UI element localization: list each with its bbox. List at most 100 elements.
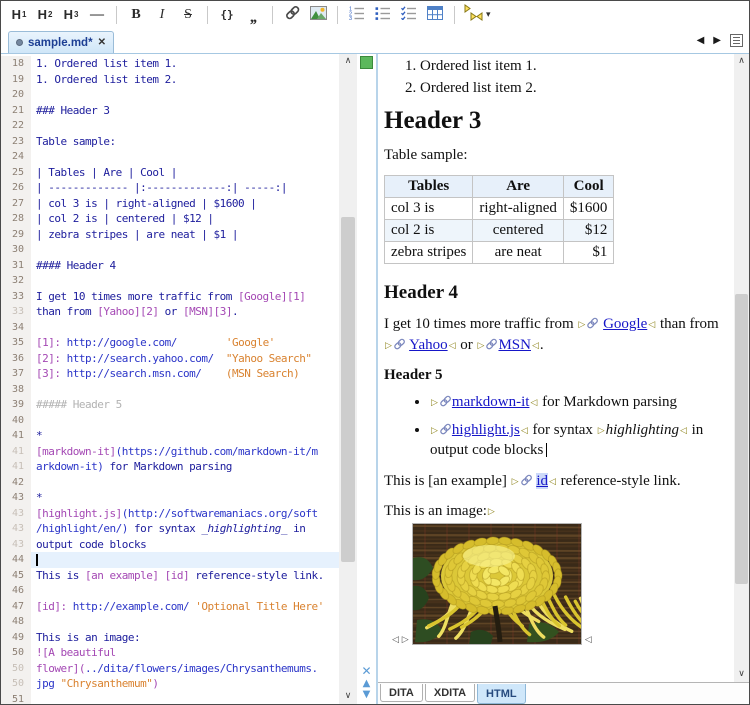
editor-vertical-scrollbar[interactable]: ∧ ∨ <box>339 54 357 704</box>
editor-line[interactable]: 41* <box>1 428 339 444</box>
split-close-icon[interactable]: ✕ <box>361 664 371 678</box>
editor-line-text[interactable]: | col 3 is | right-aligned | $1600 | <box>31 196 339 212</box>
source-editor-pane[interactable]: 181. Ordered list item 1.191. Ordered li… <box>1 54 376 704</box>
editor-line-text[interactable] <box>31 149 339 165</box>
editor-line-text[interactable]: [3]: http://search.msn.com/ (MSN Search) <box>31 366 339 382</box>
editor-line-text[interactable] <box>31 118 339 134</box>
toggle-markers-button[interactable]: ▾ <box>462 3 491 27</box>
editor-line[interactable]: 24 <box>1 149 339 165</box>
editor-line[interactable]: 34 <box>1 320 339 336</box>
ordered-list-button[interactable]: 123 <box>345 3 369 27</box>
heading1-button[interactable]: H1 <box>7 3 31 27</box>
editor-line-text[interactable]: ![A beautiful <box>31 645 339 661</box>
editor-line[interactable]: 191. Ordered list item 2. <box>1 72 339 88</box>
tab-list-icon[interactable] <box>730 34 743 47</box>
editor-line[interactable]: 36[2]: http://search.yahoo.com/ "Yahoo S… <box>1 351 339 367</box>
editor-line[interactable]: 46 <box>1 583 339 599</box>
editor-line[interactable]: 50jpg "Chrysanthemum") <box>1 676 339 692</box>
split-down-icon[interactable]: ▼ <box>363 690 371 700</box>
editor-line-text[interactable]: Table sample: <box>31 134 339 150</box>
editor-line-text[interactable]: ### Header 3 <box>31 103 339 119</box>
editor-line[interactable]: 26| ------------- |:-------------:| ----… <box>1 180 339 196</box>
preview-scrollbar-thumb[interactable] <box>735 294 748 584</box>
google-link[interactable]: Google <box>603 316 647 332</box>
editor-line-text[interactable] <box>31 692 339 705</box>
editor-line[interactable]: 181. Ordered list item 1. <box>1 56 339 72</box>
horizontal-rule-button[interactable]: — <box>85 3 109 27</box>
editor-line[interactable]: 37[3]: http://search.msn.com/ (MSN Searc… <box>1 366 339 382</box>
editor-line-text[interactable] <box>31 242 339 258</box>
editor-line-text[interactable]: than from [Yahoo][2] or [MSN][3]. <box>31 304 339 320</box>
editor-line-text[interactable]: jpg "Chrysanthemum") <box>31 676 339 692</box>
yahoo-link[interactable]: Yahoo <box>409 337 448 353</box>
previous-tab-icon[interactable]: ◀ <box>697 35 705 46</box>
strikethrough-button[interactable]: S <box>176 3 200 27</box>
editor-line-text[interactable]: | zebra stripes | are neat | $1 | <box>31 227 339 243</box>
editor-line-text[interactable]: output code blocks <box>31 537 339 553</box>
editor-line[interactable]: 31#### Header 4 <box>1 258 339 274</box>
editor-line[interactable]: 43/highlight/en/) for syntax _highlighti… <box>1 521 339 537</box>
editor-line-text[interactable]: #### Header 4 <box>31 258 339 274</box>
highlight-js-link[interactable]: highlight.js <box>452 422 520 438</box>
bold-button[interactable]: B <box>124 3 148 27</box>
editor-line-text[interactable]: [highlight.js](http://softwaremaniacs.or… <box>31 506 339 522</box>
editor-line-text[interactable]: arkdown-it) for Markdown parsing <box>31 459 339 475</box>
editor-line[interactable]: 38 <box>1 382 339 398</box>
editor-line-text[interactable]: 1. Ordered list item 1. <box>31 56 339 72</box>
editor-line-text[interactable]: ##### Header 5 <box>31 397 339 413</box>
blockquote-button[interactable]: ,, <box>241 3 265 27</box>
document-tab-sample-md[interactable]: sample.md* ✕ <box>8 31 114 53</box>
preview-tab-dita[interactable]: DITA <box>380 684 423 702</box>
editor-line[interactable]: 28| col 2 is | centered | $12 | <box>1 211 339 227</box>
editor-line[interactable]: 33I get 10 times more traffic from [Goog… <box>1 289 339 305</box>
editor-line[interactable]: 32 <box>1 273 339 289</box>
heading3-button[interactable]: H3 <box>59 3 83 27</box>
insert-link-button[interactable] <box>280 3 304 27</box>
editor-line-text[interactable]: | ------------- |:-------------:| -----:… <box>31 180 339 196</box>
editor-line[interactable]: 35[1]: http://google.com/ 'Google' <box>1 335 339 351</box>
editor-line-text[interactable] <box>31 273 339 289</box>
editor-line-text[interactable]: [2]: http://search.yahoo.com/ "Yahoo Sea… <box>31 351 339 367</box>
editor-line[interactable]: 30 <box>1 242 339 258</box>
editor-line-text[interactable] <box>31 552 339 568</box>
editor-line-text[interactable] <box>31 583 339 599</box>
editor-line-text[interactable]: * <box>31 428 339 444</box>
msn-link[interactable]: MSN <box>498 337 531 353</box>
editor-line[interactable]: 50![A beautiful <box>1 645 339 661</box>
editor-line[interactable]: 41[markdown-it](https://github.com/markd… <box>1 444 339 460</box>
editor-line[interactable]: 23Table sample: <box>1 134 339 150</box>
editor-line[interactable]: 42 <box>1 475 339 491</box>
task-list-button[interactable] <box>397 3 421 27</box>
scroll-down-icon[interactable]: ∨ <box>339 689 357 704</box>
editor-line[interactable]: 48 <box>1 614 339 630</box>
close-icon[interactable]: ✕ <box>98 37 106 48</box>
insert-image-button[interactable] <box>306 3 330 27</box>
scroll-up-icon[interactable]: ∧ <box>734 54 749 69</box>
editor-line[interactable]: 43* <box>1 490 339 506</box>
code-button[interactable]: {} <box>215 3 239 27</box>
editor-line-text[interactable] <box>31 87 339 103</box>
editor-line-text[interactable]: [markdown-it](https://github.com/markdow… <box>31 444 339 460</box>
editor-line[interactable]: 29| zebra stripes | are neat | $1 | <box>1 227 339 243</box>
editor-line[interactable]: 41arkdown-it) for Markdown parsing <box>1 459 339 475</box>
editor-line[interactable]: 33than from [Yahoo][2] or [MSN][3]. <box>1 304 339 320</box>
editor-line[interactable]: 47[id]: http://example.com/ 'Optional Ti… <box>1 599 339 615</box>
chrysanthemum-image[interactable] <box>412 523 582 645</box>
editor-line-text[interactable]: flower](../dita/flowers/images/Chrysanth… <box>31 661 339 677</box>
editor-line[interactable]: 44 <box>1 552 339 568</box>
editor-line-text[interactable]: * <box>31 490 339 506</box>
editor-line[interactable]: 39##### Header 5 <box>1 397 339 413</box>
preview-tab-xdita[interactable]: XDITA <box>425 684 475 702</box>
editor-line[interactable]: 43[highlight.js](http://softwaremaniacs.… <box>1 506 339 522</box>
editor-line[interactable]: 51 <box>1 692 339 705</box>
editor-line-text[interactable]: This is an image: <box>31 630 339 646</box>
next-tab-icon[interactable]: ▶ <box>713 35 721 46</box>
editor-line[interactable]: 43output code blocks <box>1 537 339 553</box>
editor-line-text[interactable]: I get 10 times more traffic from [Google… <box>31 289 339 305</box>
scroll-down-icon[interactable]: ∨ <box>734 667 749 682</box>
editor-line[interactable]: 21### Header 3 <box>1 103 339 119</box>
insert-table-button[interactable] <box>423 3 447 27</box>
editor-line-text[interactable] <box>31 382 339 398</box>
editor-line[interactable]: 25| Tables | Are | Cool | <box>1 165 339 181</box>
validation-status-square[interactable] <box>360 56 373 69</box>
